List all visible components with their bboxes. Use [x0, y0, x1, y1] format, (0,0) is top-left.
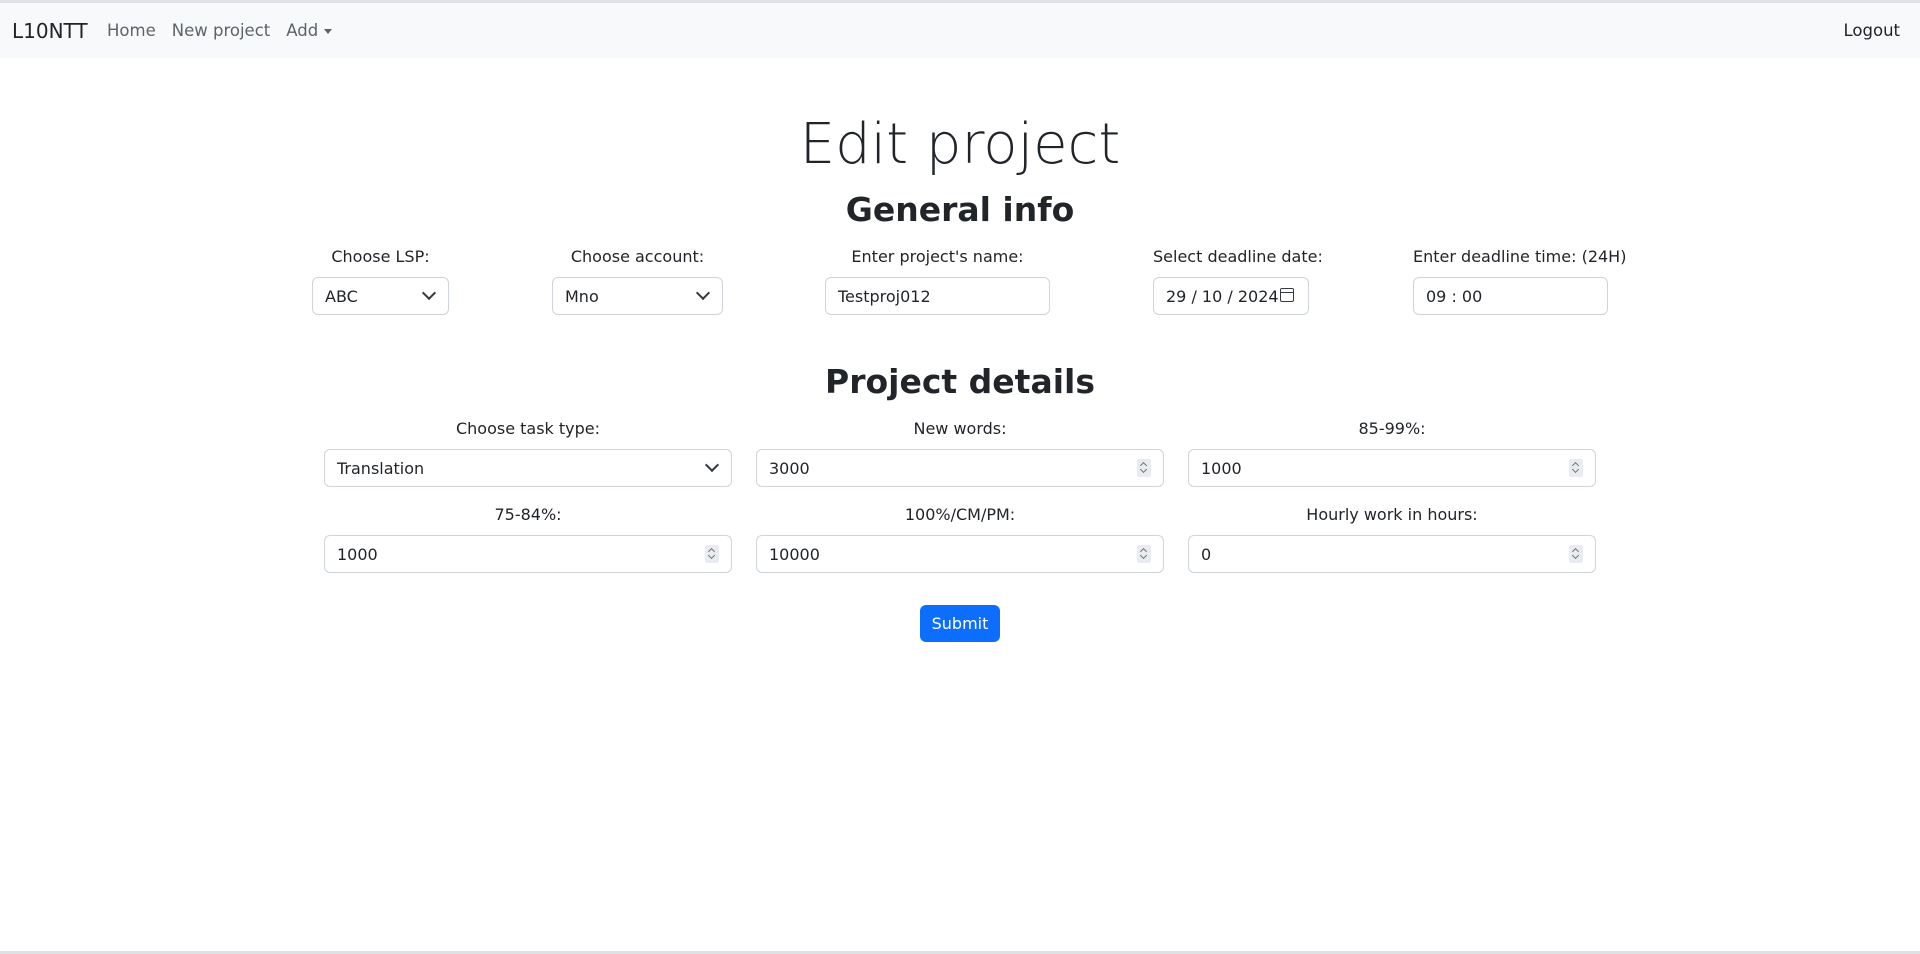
project-details-heading: Project details — [825, 362, 1095, 401]
nav-home-link[interactable]: Home — [107, 21, 156, 40]
fuzzy-85-99-input[interactable]: 1000 — [1188, 449, 1596, 487]
account-select[interactable]: Mno — [552, 277, 723, 315]
lsp-label: Choose LSP: — [331, 247, 430, 266]
deadline-date-label: Select deadline date: — [1153, 247, 1323, 266]
task-type-select[interactable]: Translation — [324, 449, 732, 487]
nav-links: Home New project Add — [107, 21, 348, 40]
account-label: Choose account: — [570, 247, 705, 266]
spinner-icon[interactable] — [1569, 545, 1583, 563]
spinner-icon[interactable] — [1569, 459, 1583, 477]
nav-add-dropdown[interactable]: Add — [286, 21, 333, 40]
chevron-down-icon — [704, 457, 720, 473]
project-name-input[interactable]: Testproj012 — [825, 277, 1050, 315]
navbar: L10NTT Home New project Add Logout — [0, 3, 1920, 58]
lsp-field: Choose LSP: — [312, 246, 449, 268]
fuzzy-75-84-input[interactable]: 1000 — [324, 535, 732, 573]
hourly-input[interactable]: 0 — [1188, 535, 1596, 573]
task-type-label: Choose task type: — [455, 419, 601, 438]
submit-button[interactable]: Submit — [920, 605, 1000, 642]
project-name-label: Enter project's name: — [851, 247, 1024, 266]
match-100-value: 10000 — [769, 544, 820, 564]
match-100-field: 100%/CM/PM: — [756, 504, 1164, 526]
caret-down-icon — [324, 29, 333, 34]
new-words-input[interactable]: 3000 — [756, 449, 1164, 487]
deadline-time-value: 09 : 00 — [1426, 286, 1483, 306]
task-type-value: Translation — [337, 458, 425, 478]
logout-link[interactable]: Logout — [1844, 21, 1901, 40]
fuzzy-85-99-field: 85-99%: — [1188, 418, 1596, 440]
spinner-icon[interactable] — [1137, 545, 1151, 563]
general-info-heading: General info — [845, 190, 1075, 229]
chevron-down-icon — [695, 285, 711, 301]
account-field: Choose account: — [552, 246, 723, 268]
chevron-down-icon — [421, 285, 437, 301]
deadline-date-input[interactable]: 29 / 10 / 2024 — [1153, 277, 1309, 315]
project-name-field: Enter project's name: — [825, 246, 1050, 268]
calendar-icon[interactable] — [1280, 288, 1294, 302]
fuzzy-75-84-label: 75-84%: — [494, 505, 562, 524]
nav-new-project-link[interactable]: New project — [172, 21, 271, 40]
nav-add-label: Add — [286, 21, 319, 40]
match-100-label: 100%/CM/PM: — [904, 505, 1016, 524]
hourly-field: Hourly work in hours: — [1188, 504, 1596, 526]
deadline-time-input[interactable]: 09 : 00 — [1413, 277, 1608, 315]
hourly-label: Hourly work in hours: — [1306, 505, 1478, 524]
lsp-value: ABC — [325, 286, 358, 306]
deadline-time-label: Enter deadline time: (24H) — [1413, 247, 1627, 266]
account-value: Mno — [565, 286, 599, 306]
deadline-date-value: 29 / 10 / 2024 — [1166, 286, 1279, 306]
lsp-select[interactable]: ABC — [312, 277, 449, 315]
project-name-value: Testproj012 — [838, 286, 931, 306]
fuzzy-75-84-value: 1000 — [337, 544, 378, 564]
task-type-field: Choose task type: — [324, 418, 732, 440]
new-words-label: New words: — [913, 419, 1007, 438]
fuzzy-75-84-field: 75-84%: — [324, 504, 732, 526]
hourly-value: 0 — [1201, 544, 1212, 564]
match-100-input[interactable]: 10000 — [756, 535, 1164, 573]
brand-link[interactable]: L10NTT — [12, 19, 88, 43]
fuzzy-85-99-value: 1000 — [1201, 458, 1242, 478]
page-title: Edit project — [799, 112, 1121, 177]
spinner-icon[interactable] — [705, 545, 719, 563]
new-words-field: New words: — [756, 418, 1164, 440]
spinner-icon[interactable] — [1137, 459, 1151, 477]
new-words-value: 3000 — [769, 458, 810, 478]
deadline-time-field: Enter deadline time: (24H) — [1413, 246, 1627, 268]
fuzzy-85-99-label: 85-99%: — [1358, 419, 1426, 438]
deadline-date-field: Select deadline date: — [1153, 246, 1323, 268]
